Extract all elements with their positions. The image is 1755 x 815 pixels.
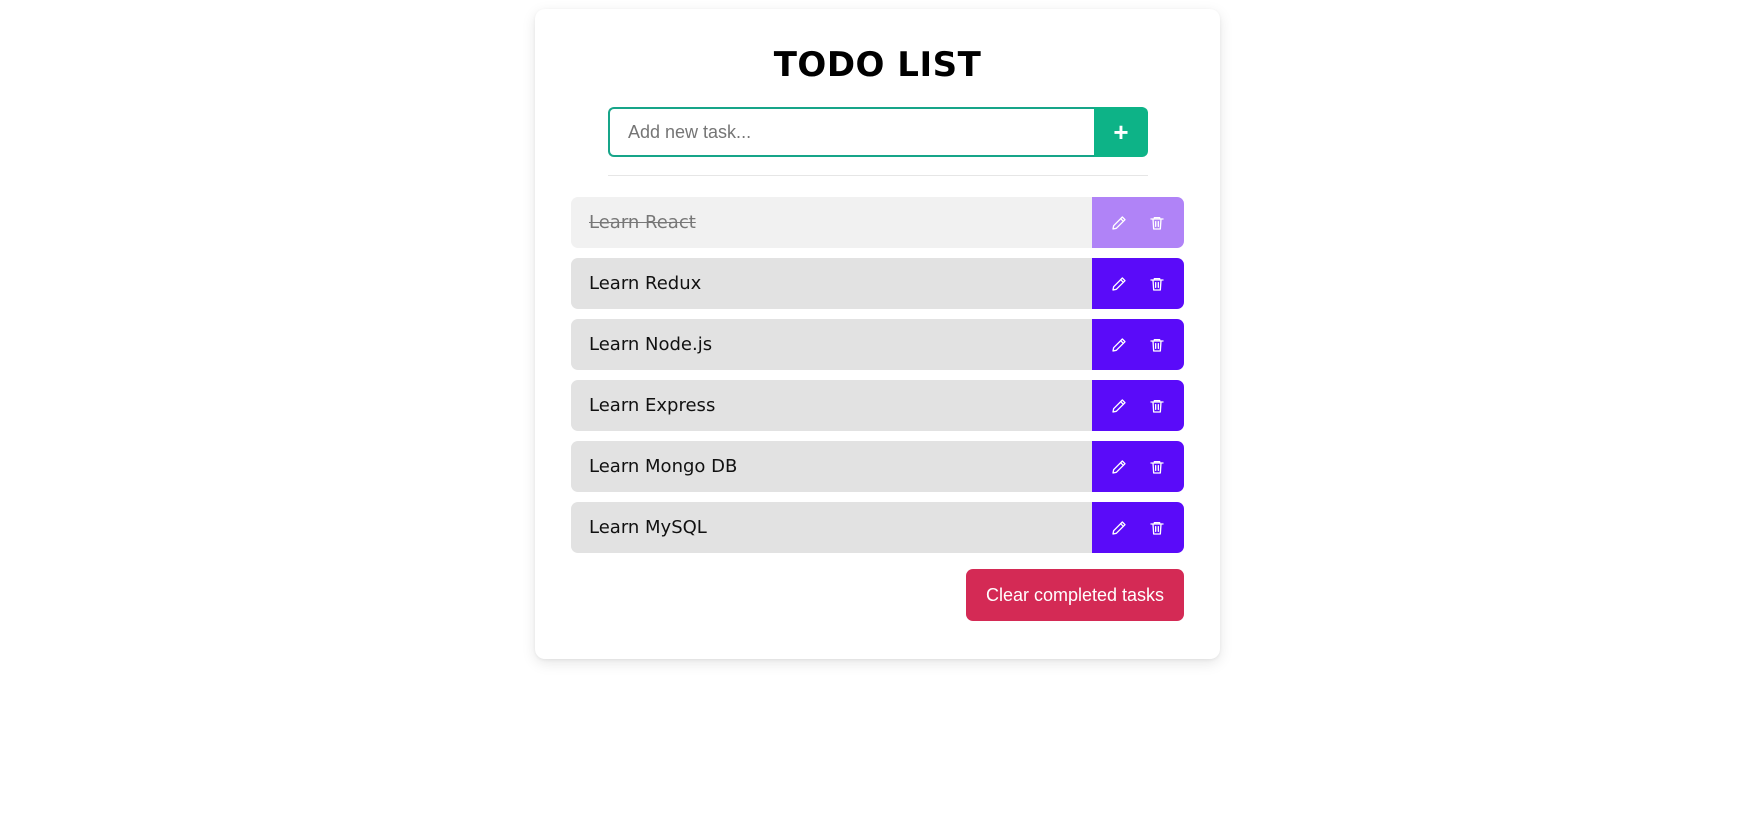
- trash-icon[interactable]: [1147, 396, 1167, 416]
- todo-card: TODO LIST + Learn React Learn Redux Lear…: [535, 9, 1220, 659]
- task-actions: [1092, 441, 1184, 492]
- pencil-icon[interactable]: [1109, 274, 1129, 294]
- task-actions: [1092, 502, 1184, 553]
- task-item: Learn Redux: [571, 258, 1184, 309]
- task-label[interactable]: Learn MySQL: [571, 502, 1092, 553]
- task-item: Learn React: [571, 197, 1184, 248]
- task-actions: [1092, 258, 1184, 309]
- divider: [608, 175, 1148, 176]
- pencil-icon[interactable]: [1109, 518, 1129, 538]
- pencil-icon[interactable]: [1109, 457, 1129, 477]
- task-actions: [1092, 197, 1184, 248]
- task-label[interactable]: Learn Redux: [571, 258, 1092, 309]
- task-item: Learn Express: [571, 380, 1184, 431]
- pencil-icon[interactable]: [1109, 396, 1129, 416]
- trash-icon[interactable]: [1147, 274, 1167, 294]
- trash-icon[interactable]: [1147, 518, 1167, 538]
- new-task-input[interactable]: [608, 107, 1094, 157]
- task-item: Learn Mongo DB: [571, 441, 1184, 492]
- add-task-form: +: [608, 107, 1148, 157]
- trash-icon[interactable]: [1147, 457, 1167, 477]
- trash-icon[interactable]: [1147, 335, 1167, 355]
- task-item: Learn MySQL: [571, 502, 1184, 553]
- task-actions: [1092, 380, 1184, 431]
- pencil-icon[interactable]: [1109, 213, 1129, 233]
- add-task-button[interactable]: +: [1094, 107, 1148, 157]
- trash-icon[interactable]: [1147, 213, 1167, 233]
- pencil-icon[interactable]: [1109, 335, 1129, 355]
- clear-completed-button[interactable]: Clear completed tasks: [966, 569, 1184, 621]
- task-list: Learn React Learn Redux Learn Node.js Le…: [571, 197, 1184, 563]
- task-label[interactable]: Learn Mongo DB: [571, 441, 1092, 492]
- task-label[interactable]: Learn Node.js: [571, 319, 1092, 370]
- task-actions: [1092, 319, 1184, 370]
- task-label[interactable]: Learn React: [571, 197, 1092, 248]
- page-title: TODO LIST: [773, 45, 982, 85]
- task-label[interactable]: Learn Express: [571, 380, 1092, 431]
- task-item: Learn Node.js: [571, 319, 1184, 370]
